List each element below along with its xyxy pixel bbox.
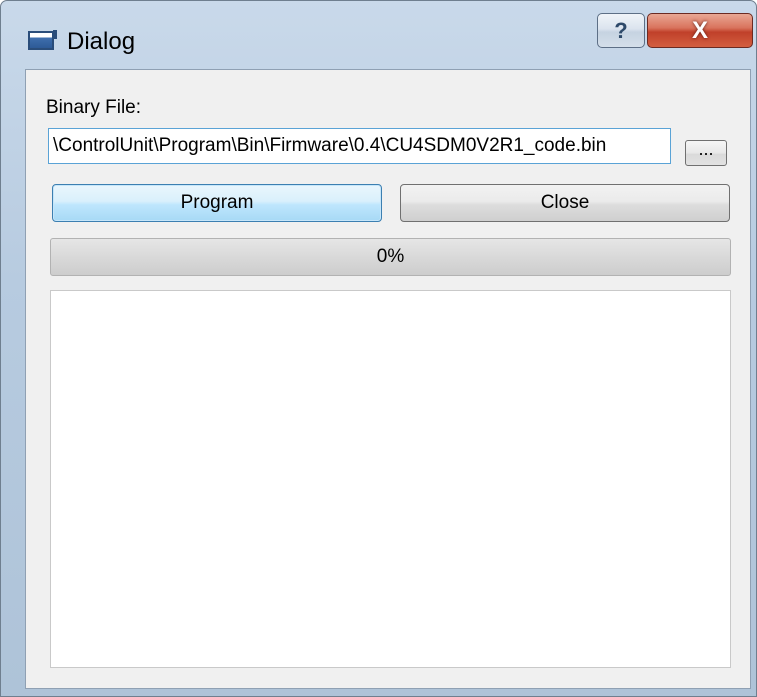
- title-bar[interactable]: Dialog ? X: [1, 1, 756, 69]
- browse-button[interactable]: ...: [685, 140, 727, 166]
- dialog-window: Dialog ? X Binary File: \ControlUnit\Pro…: [0, 0, 757, 697]
- close-button[interactable]: Close: [400, 184, 730, 222]
- progress-bar: 0%: [50, 238, 731, 276]
- binary-file-label: Binary File:: [46, 97, 142, 118]
- window-title: Dialog: [67, 28, 136, 55]
- output-log-area[interactable]: [50, 290, 731, 668]
- app-window-icon: [28, 30, 57, 50]
- dialog-client-area: Binary File: \ControlUnit\Program\Bin\Fi…: [25, 69, 751, 689]
- window-close-button[interactable]: X: [647, 13, 753, 48]
- help-button[interactable]: ?: [597, 13, 645, 48]
- binary-file-path-input[interactable]: \ControlUnit\Program\Bin\Firmware\0.4\CU…: [48, 128, 671, 164]
- progress-text: 0%: [376, 246, 405, 267]
- program-button[interactable]: Program: [52, 184, 382, 222]
